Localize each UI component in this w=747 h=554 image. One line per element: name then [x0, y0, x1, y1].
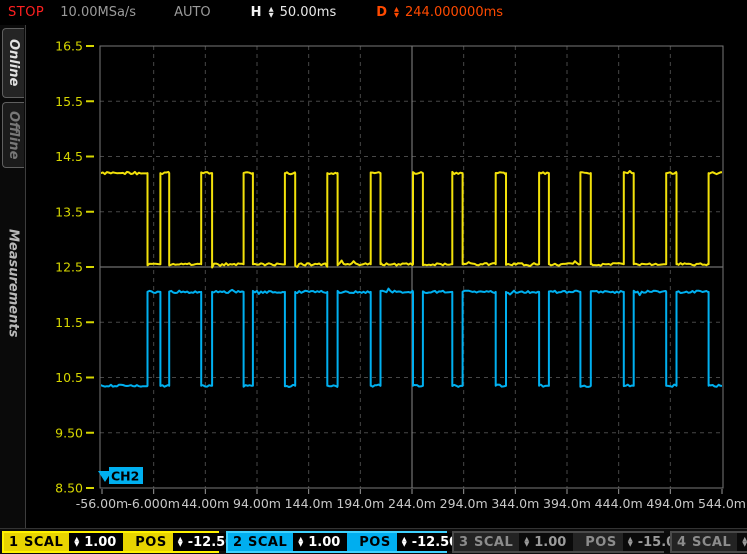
channel-1-position-label: POS [135, 535, 166, 550]
delay-value[interactable]: 244.000000ms [405, 5, 503, 20]
y-tick-label: 9.50 [55, 425, 83, 440]
horizontal-timebase-value[interactable]: 50.00ms [280, 5, 337, 20]
channel-4-number: 4 [676, 535, 687, 550]
x-tick-label: 494.0m [646, 496, 694, 511]
left-sidebar: Online Offline Measurements [0, 25, 26, 528]
x-tick-label: 144.0m [285, 496, 333, 511]
y-tick-label: 12.5 [55, 260, 83, 275]
y-tick-label: 16.5 [55, 39, 83, 54]
updown-arrows-icon[interactable]: ▲▼ [402, 537, 407, 548]
y-tick-label: 15.5 [55, 94, 83, 109]
channel-1-block[interactable]: 1 SCAL ▲▼ 1.00 POS ▲▼ -12.50 [2, 531, 219, 553]
x-tick-label: 544.0m [698, 496, 746, 511]
channel-2-scale-value[interactable]: ▲▼ 1.00 [293, 533, 347, 551]
y-tick-label: 8.50 [55, 481, 83, 496]
measurements-panel-label[interactable]: Measurements [3, 223, 23, 343]
channel-4-scale-value[interactable]: ▲▼ [737, 533, 747, 551]
channel-2-position-value[interactable]: ▲▼ -12.50 [397, 533, 459, 551]
channel-3-block[interactable]: 3 SCAL ▲▼ 1.00 POS ▲▼ -15.08 [452, 531, 664, 553]
axes: -56.00m-6.000m44.00m 94.00m 144.0m194.0m 24… [55, 39, 746, 512]
channel-4-block[interactable]: 4 SCAL ▲▼ [670, 531, 747, 553]
x-tick-label: 294.0m [440, 496, 488, 511]
ch2-position-marker[interactable]: CH2 [98, 467, 143, 484]
x-tick-label: 244.0m [388, 496, 436, 511]
channel-3-number: 3 [458, 535, 469, 550]
top-status-bar: STOP 10.00MSa/s AUTO H ▲▼ 50.00ms D ▲▼ 2… [0, 0, 747, 25]
horizontal-timebase-label: H [251, 5, 262, 20]
channel-2-number: 2 [232, 535, 243, 550]
updown-arrows-icon[interactable]: ▲▼ [628, 537, 633, 548]
scope-plot: -56.00m-6.000m44.00m94.00m144.0m194.0m24… [0, 0, 747, 554]
x-tick-label: 444.0m [595, 496, 643, 511]
channel-3-position-label: POS [585, 535, 616, 550]
ch2-marker-label: CH2 [111, 469, 139, 484]
y-tick-label: 14.5 [55, 149, 83, 164]
delay-updown-arrows-icon[interactable]: ▲▼ [394, 7, 399, 18]
channel-1-scale-label: SCAL [24, 535, 63, 550]
sample-rate: 10.00MSa/s [60, 5, 136, 20]
updown-arrows-icon[interactable]: ▲▼ [524, 537, 529, 548]
grid [100, 46, 723, 488]
updown-arrows-icon[interactable]: ▲▼ [178, 537, 183, 548]
y-tick-label: 13.5 [55, 204, 83, 219]
channel-1-number: 1 [8, 535, 19, 550]
channel-2-position-label: POS [359, 535, 390, 550]
tab-online[interactable]: Online [2, 28, 24, 98]
x-tick-label: -56.00m [76, 496, 128, 511]
delay-label: D [376, 5, 387, 20]
channel-settings-bar: 1 SCAL ▲▼ 1.00 POS ▲▼ -12.50 2 SCAL ▲▼ 1… [0, 528, 747, 554]
updown-arrows-icon[interactable]: ▲▼ [74, 537, 79, 548]
channel-3-scale-label: SCAL [474, 535, 513, 550]
updown-arrows-icon[interactable]: ▲▼ [298, 537, 303, 548]
timebase-updown-arrows-icon[interactable]: ▲▼ [269, 7, 274, 18]
x-tick-label: 44.00m [181, 496, 229, 511]
acquisition-status: STOP [8, 5, 44, 20]
channel-3-scale-value[interactable]: ▲▼ 1.00 [519, 533, 573, 551]
x-tick-label: 394.0m [543, 496, 591, 511]
trigger-mode: AUTO [174, 5, 211, 20]
channel-1-scale-value[interactable]: ▲▼ 1.00 [69, 533, 123, 551]
channel-4-scale-label: SCAL [692, 535, 731, 550]
y-tick-label: 10.5 [55, 370, 83, 385]
x-tick-label: -6.000m [127, 496, 179, 511]
updown-arrows-icon[interactable]: ▲▼ [742, 537, 747, 548]
x-tick-label: 194.0m [336, 496, 384, 511]
x-tick-label: 94.00m [233, 496, 281, 511]
x-tick-label: 344.0m [491, 496, 539, 511]
y-tick-label: 11.5 [55, 315, 83, 330]
tab-offline[interactable]: Offline [2, 102, 24, 168]
channel-2-block[interactable]: 2 SCAL ▲▼ 1.00 POS ▲▼ -12.50 [226, 531, 447, 553]
channel-2-scale-label: SCAL [248, 535, 287, 550]
